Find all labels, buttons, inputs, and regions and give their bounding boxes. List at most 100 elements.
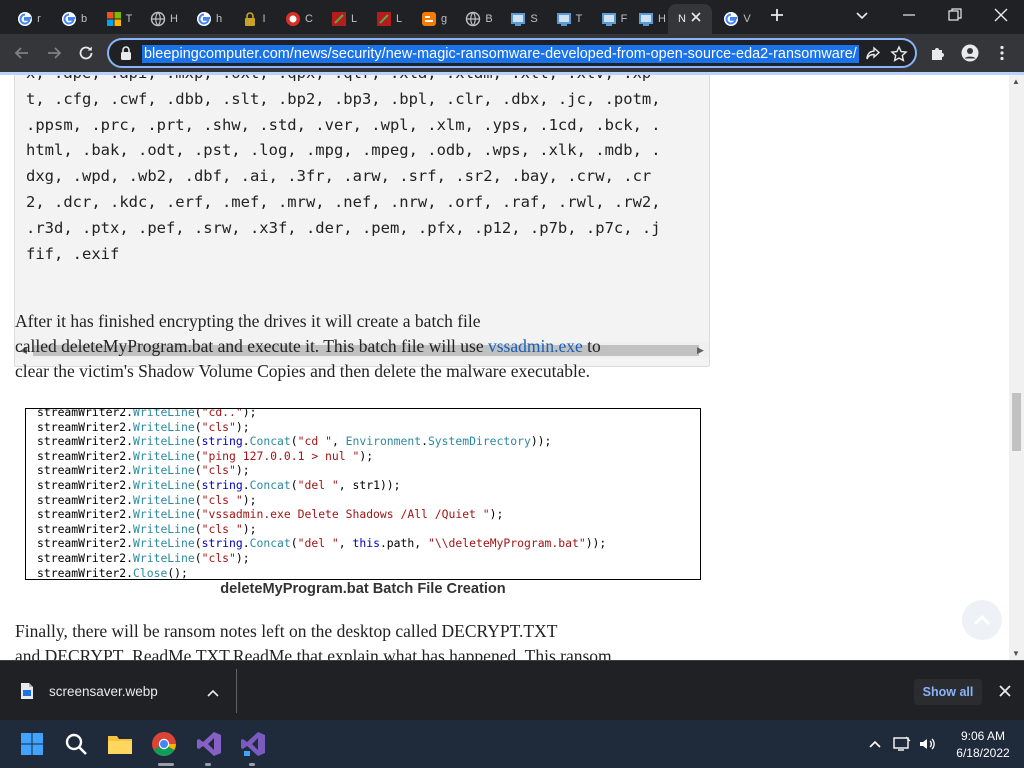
visual-studio-button[interactable] <box>195 730 223 758</box>
browser-tab[interactable]: S <box>503 4 545 34</box>
paragraph-line: and DECRYPT_ReadMe.TXT.ReadMe that expla… <box>15 646 612 660</box>
extension-list-line: t, .cfg, .cwf, .dbb, .slt, .bp2, .bp3, .… <box>26 89 661 108</box>
vs-running-indicator <box>205 763 211 766</box>
tab-search-button[interactable] <box>854 7 872 25</box>
lock-favicon-icon <box>242 11 258 27</box>
arrow-right-icon <box>48 47 62 59</box>
network-icon <box>893 736 911 751</box>
download-filename[interactable]: screensaver.webp <box>49 684 158 699</box>
show-all-button[interactable]: Show all <box>914 679 982 705</box>
tab-title: C <box>305 13 313 25</box>
scroll-down-icon[interactable]: ▼ <box>1012 649 1020 658</box>
reload-icon <box>79 46 93 60</box>
chrome-taskbar-button[interactable] <box>150 730 178 758</box>
scroll-right-icon[interactable]: ▶ <box>697 345 704 356</box>
code-line: streamWriter2.WriteLine("cls "); <box>37 521 257 536</box>
google-icon <box>723 11 739 27</box>
browser-tab[interactable]: H <box>143 4 185 34</box>
minimize-button[interactable] <box>886 0 932 30</box>
code-screenshot: streamWriter2.WriteLine("cd.."); streamWr… <box>25 408 701 580</box>
browser-tab[interactable]: h <box>188 4 230 34</box>
puzzle-icon <box>932 48 944 60</box>
download-shelf: screensaver.webp Show all <box>0 660 1024 720</box>
chevron-up-icon <box>973 614 991 626</box>
extensions-button[interactable] <box>926 41 950 65</box>
code-line: streamWriter2.Close(); <box>37 565 188 580</box>
scroll-up-icon[interactable]: ▲ <box>1012 77 1020 86</box>
tab-title: I <box>262 13 266 25</box>
clock-time[interactable]: 9:06 AM <box>948 729 1018 743</box>
browser-tab[interactable]: B <box>458 4 500 34</box>
network-button[interactable] <box>891 730 913 758</box>
menu-button[interactable] <box>990 41 1014 65</box>
chevron-up-icon[interactable] <box>206 685 220 703</box>
plus-icon <box>771 9 783 21</box>
tab-title: B <box>485 13 493 25</box>
reload-button[interactable] <box>74 41 98 65</box>
folder-icon <box>108 736 132 754</box>
tab-title: r <box>37 13 41 25</box>
back-to-top-button[interactable] <box>962 600 1002 640</box>
extension-list-line: fif, .exif <box>26 244 120 263</box>
browser-tab[interactable]: C <box>278 4 320 34</box>
browser-tab[interactable]: I <box>233 4 275 34</box>
bleepingcomputer-icon <box>556 11 572 27</box>
microsoft-icon <box>106 11 122 27</box>
close-icon[interactable] <box>998 684 1012 703</box>
tab-title: L <box>350 13 358 25</box>
close-tab-icon[interactable] <box>690 10 702 28</box>
code-line: streamWriter2.WriteLine("cls"); <box>37 551 250 565</box>
tab-title: H <box>658 13 666 25</box>
new-tab-button[interactable] <box>766 6 788 28</box>
start-button[interactable] <box>18 730 46 758</box>
extension-list-line: x, .ape, .api, .mxp, .oxt, .qpx, .qtr, .… <box>26 75 651 82</box>
arrow-left-icon <box>14 47 28 59</box>
code-line: streamWriter2.WriteLine(string.Concat("d… <box>37 478 401 492</box>
chevron-down-icon <box>856 12 868 20</box>
speaker-icon <box>920 738 935 750</box>
browser-tab[interactable]: F <box>593 4 635 34</box>
bleepingcomputer-icon <box>638 11 654 27</box>
code-line: streamWriter2.WriteLine(string.Concat("d… <box>37 536 607 551</box>
address-bar[interactable]: bleepingcomputer.com/news/security/new-m… <box>107 38 917 68</box>
browser-tab[interactable]: T <box>98 4 140 34</box>
browser-tab[interactable]: g <box>413 4 455 34</box>
page-scroll-thumb[interactable] <box>1012 393 1021 451</box>
browser-tab[interactable]: b <box>53 4 95 34</box>
google-icon <box>61 11 77 27</box>
red-shield-icon <box>376 11 392 27</box>
restore-button[interactable] <box>932 0 978 30</box>
file-explorer-button[interactable] <box>106 730 134 758</box>
browser-tab[interactable]: L <box>323 4 365 34</box>
browser-tab[interactable]: r <box>8 4 50 34</box>
browser-tab[interactable]: V <box>716 4 758 34</box>
volume-button[interactable] <box>916 730 938 758</box>
profile-button[interactable] <box>958 41 982 65</box>
browser-tab[interactable]: T <box>548 4 590 34</box>
tab-title: L <box>395 13 403 25</box>
google-icon <box>17 11 33 27</box>
back-button[interactable] <box>10 41 34 65</box>
tab-active[interactable]: N <box>668 4 712 34</box>
avatar-icon <box>961 44 979 62</box>
search-button[interactable] <box>62 730 90 758</box>
forward-button[interactable] <box>42 41 66 65</box>
page-scrollbar[interactable]: ▲ ▼ <box>1009 75 1024 660</box>
visual-studio-2-button[interactable] <box>239 730 267 758</box>
browser-tab[interactable]: H <box>638 4 666 34</box>
bookmark-star-icon[interactable] <box>890 45 908 68</box>
close-window-button[interactable] <box>978 0 1024 30</box>
vssadmin-link[interactable]: vssadmin.exe <box>488 336 583 356</box>
tray-overflow-button[interactable] <box>864 730 886 758</box>
browser-tab[interactable]: L <box>368 4 410 34</box>
globe-icon <box>150 11 166 27</box>
code-line: streamWriter2.WriteLine("cls"); <box>37 463 250 478</box>
paragraph-line: After it has finished encrypting the dri… <box>15 311 481 331</box>
url-text[interactable]: bleepingcomputer.com/news/security/new-m… <box>142 45 859 63</box>
image-file-icon[interactable] <box>20 682 34 705</box>
extension-list-line: html, .bak, .odt, .pst, .log, .mpg, .mpe… <box>26 141 661 160</box>
share-icon[interactable] <box>864 45 882 68</box>
tab-title: g <box>440 13 448 25</box>
clock-date[interactable]: 6/18/2022 <box>948 746 1018 760</box>
lock-icon[interactable] <box>120 46 132 66</box>
